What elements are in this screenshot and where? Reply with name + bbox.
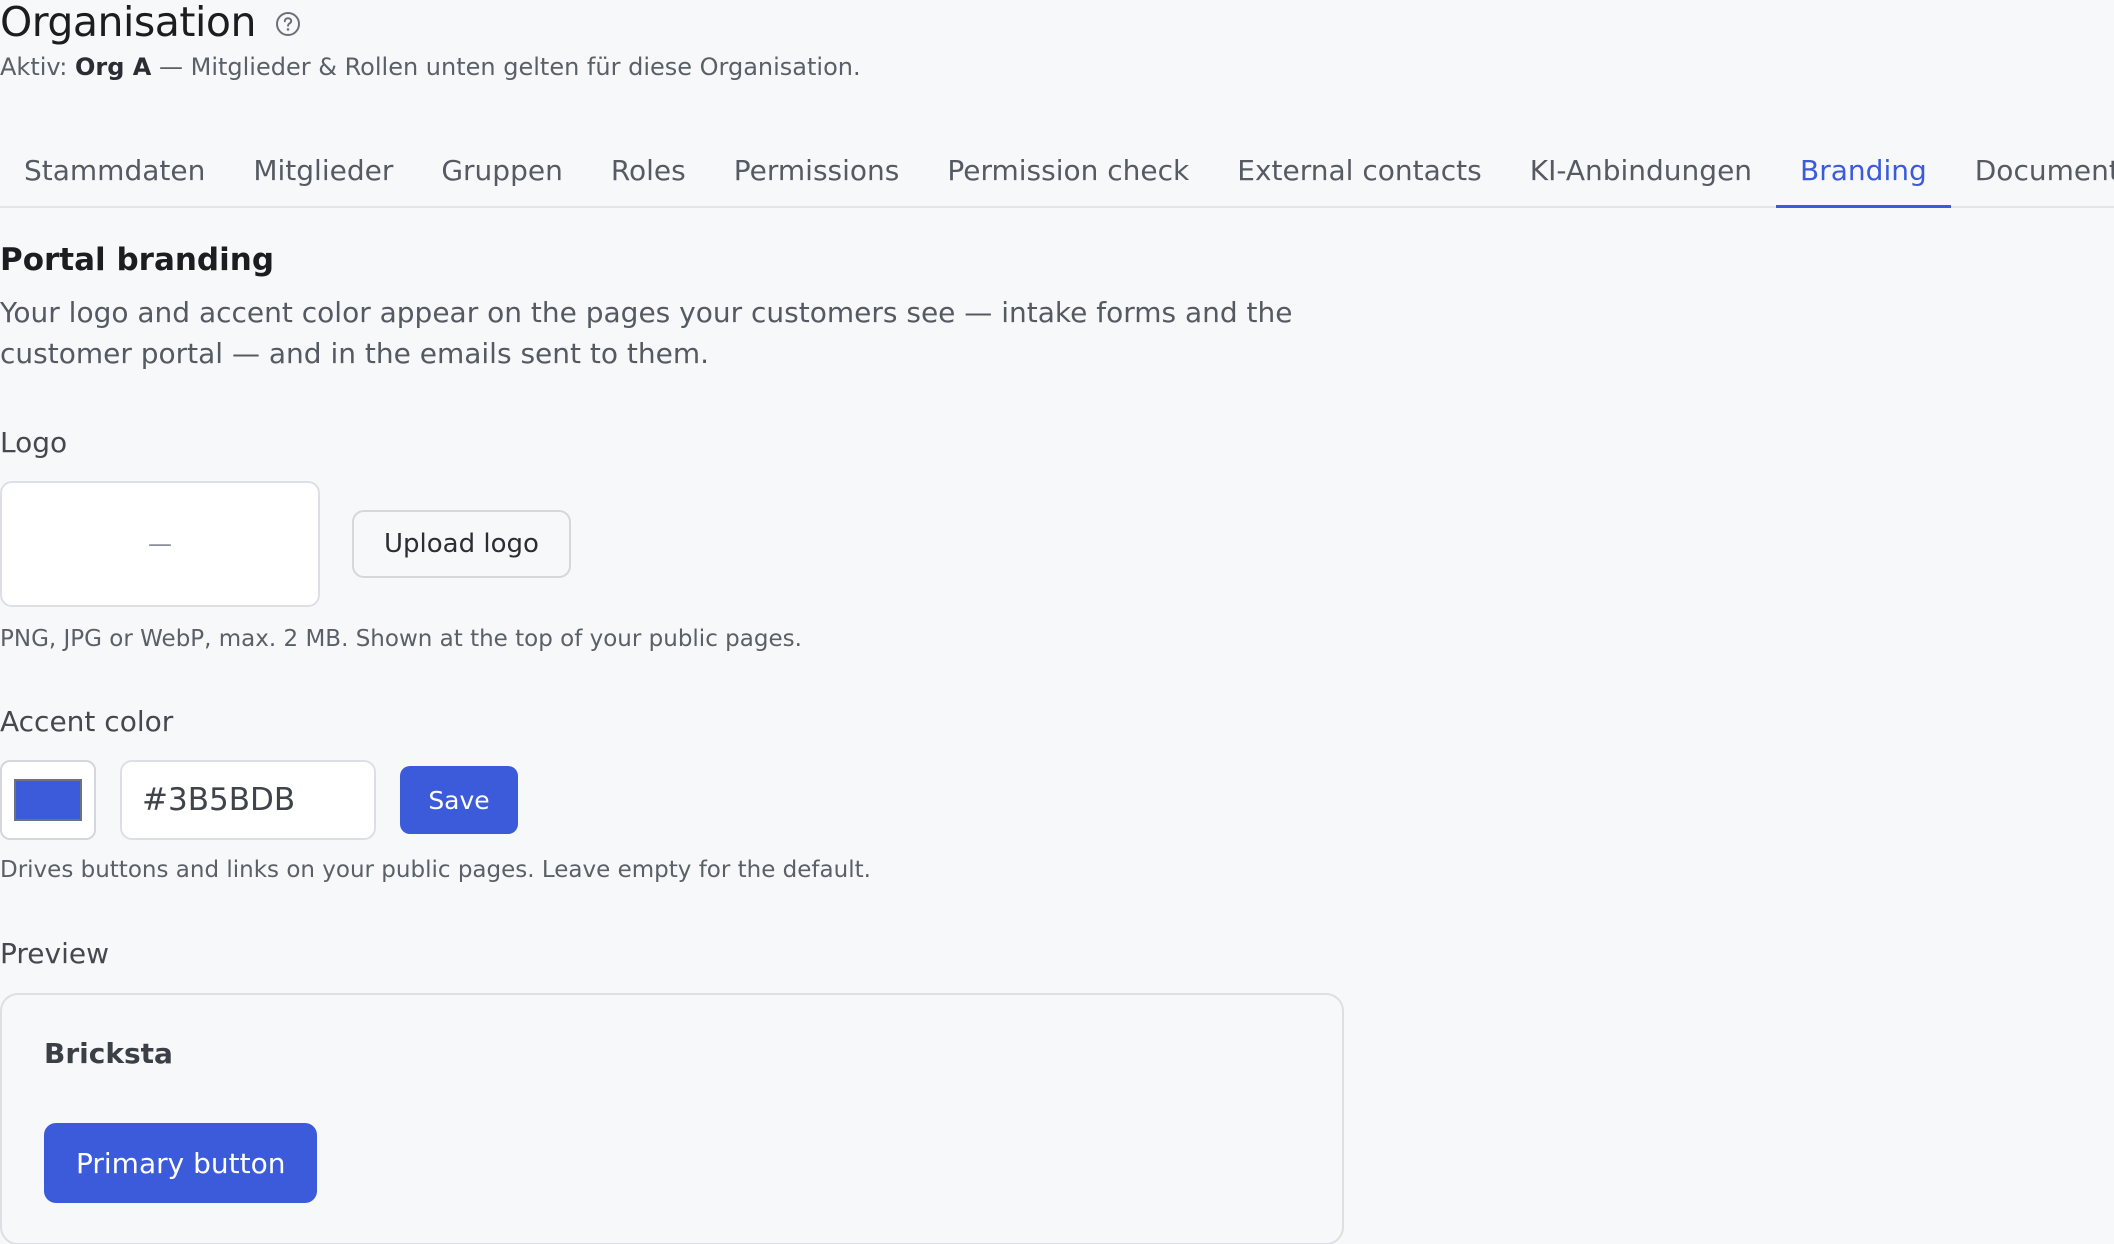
accent-hex-input[interactable] (120, 760, 376, 840)
active-org-name: Org A (75, 53, 152, 81)
tab-bar: Stammdaten Mitglieder Gruppen Roles Perm… (0, 134, 2114, 208)
tab-permission-check[interactable]: Permission check (923, 134, 1213, 206)
subtitle-suffix: — Mitglieder & Rollen unten gelten für d… (151, 53, 861, 81)
tab-stammdaten[interactable]: Stammdaten (0, 134, 229, 206)
subtitle-prefix: Aktiv: (0, 53, 75, 81)
tab-external-contacts[interactable]: External contacts (1213, 134, 1505, 206)
logo-preview-box: — (0, 481, 320, 607)
section-description: Your logo and accent color appear on the… (0, 296, 1293, 370)
page: Organisation Aktiv: Org A — Mitglieder &… (0, 0, 2114, 1244)
preview-label: Preview (0, 937, 109, 970)
tab-mitglieder[interactable]: Mitglieder (229, 134, 417, 206)
tab-documents[interactable]: Documents (1951, 134, 2114, 206)
save-button[interactable]: Save (400, 766, 518, 834)
accent-hint: Drives buttons and links on your public … (0, 857, 871, 883)
logo-placeholder: — (148, 530, 172, 558)
preview-brand-name: Bricksta (44, 1037, 173, 1070)
tab-branding[interactable]: Branding (1776, 134, 1951, 208)
question-circle-icon[interactable] (274, 10, 302, 38)
upload-logo-button[interactable]: Upload logo (352, 510, 571, 578)
tab-roles[interactable]: Roles (587, 134, 710, 206)
color-picker[interactable] (0, 760, 96, 840)
tab-permissions[interactable]: Permissions (710, 134, 924, 206)
preview-panel: Bricksta Primary button (0, 993, 1344, 1244)
logo-hint: PNG, JPG or WebP, max. 2 MB. Shown at th… (0, 626, 802, 652)
page-title: Organisation (0, 0, 256, 46)
tab-gruppen[interactable]: Gruppen (417, 134, 586, 206)
active-org-subtitle: Aktiv: Org A — Mitglieder & Rollen unten… (0, 53, 861, 81)
color-swatch (14, 779, 82, 821)
accent-color-label: Accent color (0, 705, 174, 738)
section-title: Portal branding (0, 242, 275, 278)
tab-ki-anbindungen[interactable]: KI-Anbindungen (1506, 134, 1776, 206)
title-row: Organisation (0, 0, 302, 50)
logo-label: Logo (0, 426, 68, 459)
preview-primary-button[interactable]: Primary button (44, 1123, 318, 1203)
